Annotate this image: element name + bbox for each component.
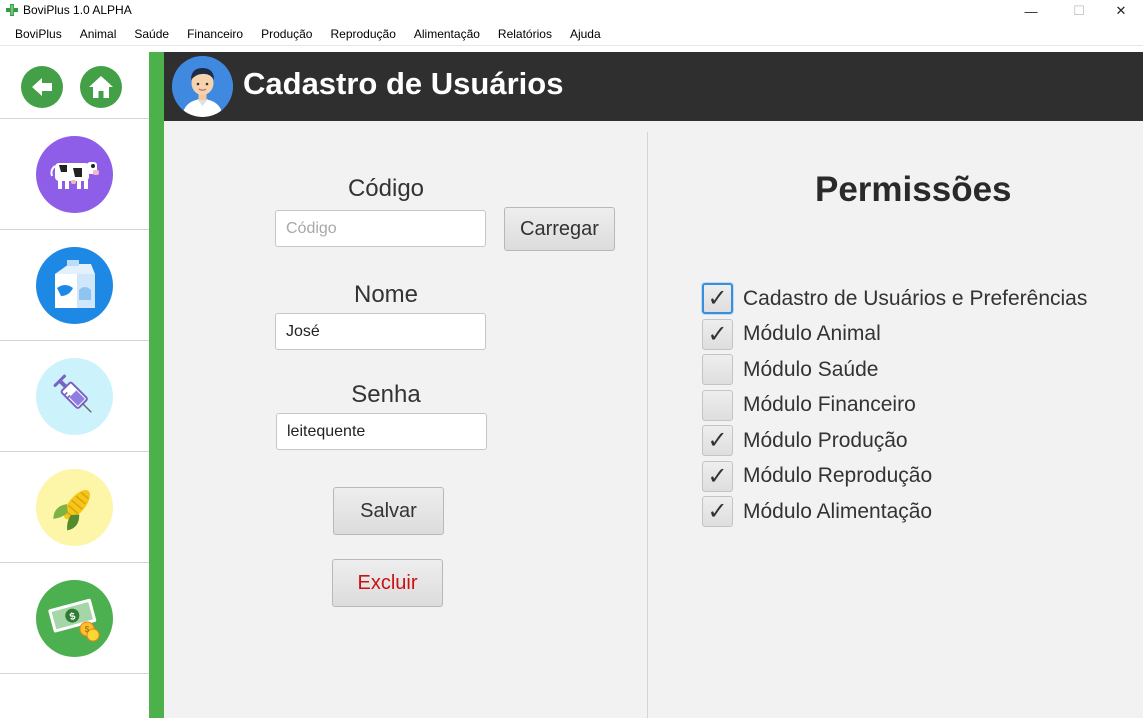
sidebar-accent-bar <box>149 52 164 718</box>
title-bar: BoviPlus 1.0 ALPHA — ☐ ✕ <box>0 0 1143 22</box>
menu-reproducao[interactable]: Reprodução <box>324 27 401 41</box>
checkmark-icon: ✓ <box>707 462 728 490</box>
permission-label: Módulo Produção <box>743 428 908 452</box>
window-title: BoviPlus 1.0 ALPHA <box>23 3 132 17</box>
senha-input[interactable] <box>276 413 487 450</box>
menu-bar: BoviPlus Animal Saúde Financeiro Produçã… <box>0 22 1143 46</box>
codigo-label: Código <box>347 175 425 202</box>
health-module-icon <box>36 357 113 435</box>
permission-item[interactable]: Módulo Saúde <box>702 352 1087 388</box>
sidebar-item-health[interactable] <box>0 341 149 452</box>
home-button[interactable] <box>80 66 122 108</box>
permission-item[interactable]: Módulo Financeiro <box>702 388 1087 424</box>
sidebar-item-feeding[interactable] <box>0 452 149 563</box>
menu-alimentacao[interactable]: Alimentação <box>408 27 486 41</box>
finance-module-icon: $ $ <box>36 579 113 657</box>
menu-boviplus[interactable]: BoviPlus <box>9 27 68 41</box>
sidebar-item-finance[interactable]: $ $ <box>0 563 149 674</box>
menu-financeiro[interactable]: Financeiro <box>181 27 249 41</box>
sidebar-item-animal[interactable] <box>0 119 149 230</box>
nome-label: Nome <box>353 281 419 308</box>
codigo-input[interactable] <box>275 210 486 247</box>
sidebar-nav <box>0 52 149 119</box>
checkmark-icon: ✓ <box>707 285 728 313</box>
app-window: BoviPlus 1.0 ALPHA — ☐ ✕ BoviPlus Animal… <box>0 0 1143 718</box>
permission-checkbox-financeiro[interactable] <box>702 389 733 421</box>
menu-producao[interactable]: Produção <box>255 27 318 41</box>
checkmark-icon: ✓ <box>707 498 728 526</box>
maximize-button[interactable]: ☐ <box>1056 0 1102 22</box>
checkmark-icon: ✓ <box>707 320 728 348</box>
excluir-button[interactable]: Excluir <box>332 559 443 607</box>
menu-ajuda[interactable]: Ajuda <box>564 27 607 41</box>
permission-label: Cadastro de Usuários e Preferências <box>743 286 1088 310</box>
menu-saude[interactable]: Saúde <box>128 27 175 41</box>
page-title: Cadastro de Usuários <box>243 66 564 101</box>
feeding-module-icon <box>36 468 113 546</box>
permission-label: Módulo Animal <box>743 322 881 346</box>
app-logo-icon <box>6 4 18 16</box>
animal-module-icon <box>36 135 113 213</box>
permission-checkbox-producao[interactable]: ✓ <box>702 425 733 457</box>
menu-relatorios[interactable]: Relatórios <box>492 27 558 41</box>
sidebar-item-production[interactable] <box>0 230 149 341</box>
arrow-left-icon <box>32 78 52 96</box>
close-button[interactable]: ✕ <box>1098 0 1143 22</box>
checkmark-icon: ✓ <box>707 427 728 455</box>
user-avatar-icon <box>172 56 233 117</box>
permission-checkbox-alimentacao[interactable]: ✓ <box>702 496 733 528</box>
nome-input[interactable] <box>275 313 486 350</box>
sidebar: $ $ <box>0 52 149 718</box>
permission-label: Módulo Financeiro <box>743 393 916 417</box>
home-icon <box>89 76 113 98</box>
permissions-title: Permissões <box>815 170 1012 209</box>
permission-item[interactable]: ✓ Módulo Produção <box>702 423 1087 459</box>
back-button[interactable] <box>21 66 63 108</box>
menu-animal[interactable]: Animal <box>74 27 123 41</box>
permission-item[interactable]: ✓ Cadastro de Usuários e Preferências <box>702 281 1087 317</box>
permission-checkbox-animal[interactable]: ✓ <box>702 318 733 350</box>
permission-checkbox-saude[interactable] <box>702 354 733 386</box>
permission-checkbox-reproducao[interactable]: ✓ <box>702 460 733 492</box>
main-content: Código Carregar Nome Senha Salvar Exclui… <box>164 121 1143 718</box>
permission-label: Módulo Reprodução <box>743 464 933 488</box>
minimize-button[interactable]: — <box>1008 0 1054 22</box>
permission-checkbox-usuarios[interactable]: ✓ <box>702 283 733 315</box>
page-header: Cadastro de Usuários <box>164 52 1143 121</box>
permission-item[interactable]: ✓ Módulo Alimentação <box>702 494 1087 530</box>
permissions-list: ✓ Cadastro de Usuários e Preferências ✓ … <box>702 281 1087 530</box>
production-module-icon <box>36 246 113 324</box>
permission-label: Módulo Alimentação <box>743 499 933 523</box>
carregar-button[interactable]: Carregar <box>504 207 615 251</box>
permission-item[interactable]: ✓ Módulo Reprodução <box>702 459 1087 495</box>
panel-divider <box>647 132 648 718</box>
salvar-button[interactable]: Salvar <box>333 487 444 535</box>
permission-label: Módulo Saúde <box>743 357 879 381</box>
svg-text:$: $ <box>84 625 89 634</box>
senha-label: Senha <box>351 381 421 408</box>
permission-item[interactable]: ✓ Módulo Animal <box>702 317 1087 353</box>
